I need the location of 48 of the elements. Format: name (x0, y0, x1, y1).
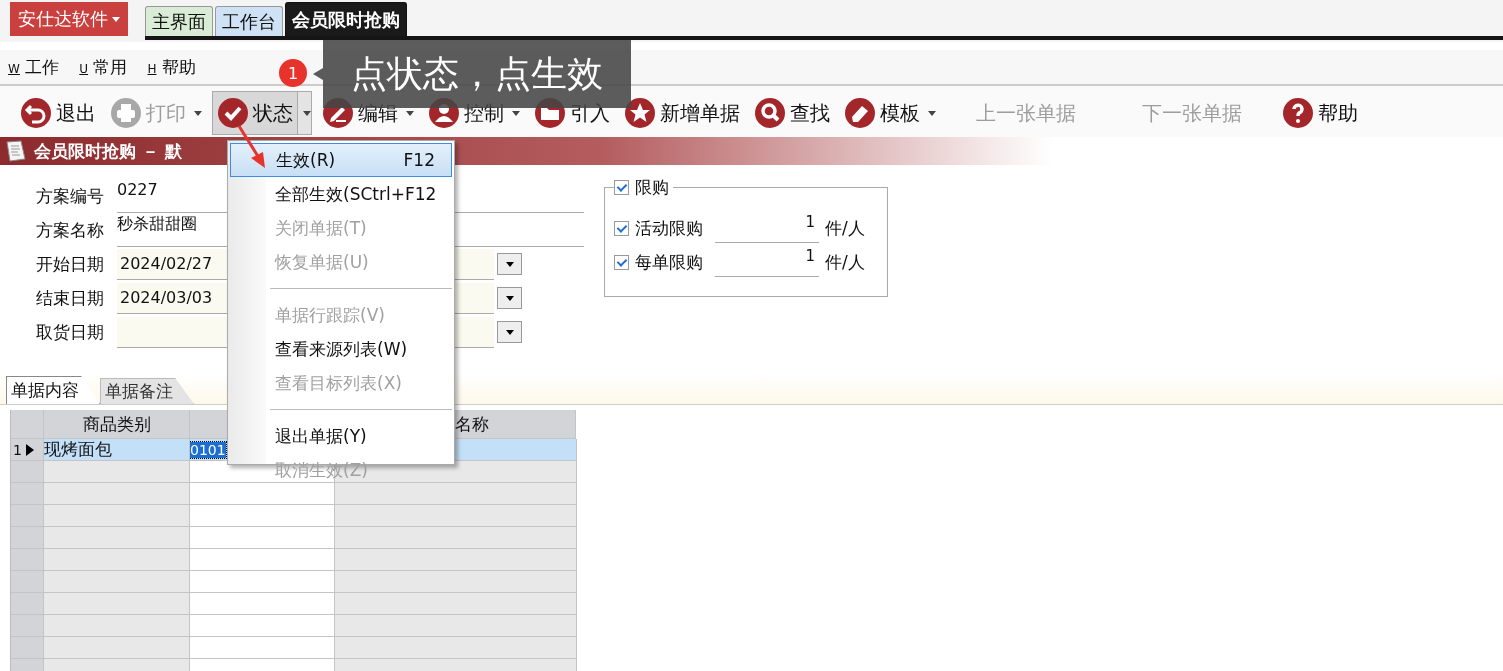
toolbar-button[interactable]: 状态 (212, 91, 298, 135)
help-icon (1282, 97, 1314, 129)
unit-label: 件/人 (825, 250, 865, 274)
column-header: 商品类别 (44, 410, 190, 439)
number-field[interactable]: 1 (715, 247, 819, 277)
checkbox-label: 每单限购 (635, 250, 703, 274)
field-label: 取货日期 (36, 320, 105, 344)
menu-item[interactable]: 生效(R) F12 (230, 143, 452, 177)
field-label: 方案编号 (36, 184, 105, 208)
menu-item[interactable]: W 工作 (8, 55, 60, 79)
toolbar-button[interactable]: 查找 (750, 91, 834, 135)
tab[interactable]: 单据内容 (6, 376, 100, 404)
checkbox[interactable] (614, 179, 629, 195)
menu-item[interactable]: 全部生效(SCtrl+F12 (230, 177, 452, 211)
row-header: 1 (11, 439, 44, 461)
document-tab[interactable]: 工作台 (215, 6, 283, 36)
search-icon (754, 97, 786, 129)
checkbox[interactable] (614, 254, 629, 270)
table-cell: 现烤面包 (44, 439, 190, 461)
field-label: 开始日期 (36, 252, 105, 276)
menu-item[interactable]: U 常用 (79, 55, 128, 79)
document-tab[interactable]: 主界面 (145, 6, 213, 36)
dropdown-button[interactable] (298, 91, 312, 135)
document-icon (4, 139, 28, 163)
tab[interactable]: 单据备注 (100, 378, 194, 404)
checkbox-label: 限购 (635, 175, 669, 199)
dropdown-button[interactable] (497, 287, 522, 309)
checkmark-icon (217, 97, 249, 129)
toolbar-button[interactable]: 退出 (16, 91, 100, 135)
tooltip: 点状态，点生效 (323, 40, 631, 108)
field-label: 方案名称 (36, 218, 105, 242)
form-title: 会员限时抢购 － 默 (34, 139, 182, 163)
document-tab[interactable]: 会员限时抢购 (285, 2, 407, 36)
menu-item[interactable]: H 帮助 (147, 55, 196, 79)
brand-menu-button[interactable]: 安仕达软件 (10, 2, 128, 36)
checkbox[interactable] (614, 220, 629, 236)
checkbox-label: 活动限购 (635, 216, 703, 240)
undo-icon (20, 97, 52, 129)
field-label: 结束日期 (36, 286, 105, 310)
toolbar-button[interactable]: 模板 (840, 91, 940, 135)
menu-item[interactable]: 查看来源列表(W) (230, 332, 452, 366)
toolbar-button[interactable]: 帮助 (1278, 91, 1362, 135)
unit-label: 件/人 (825, 216, 865, 240)
dropdown-button[interactable] (497, 321, 522, 343)
dropdown-button[interactable] (497, 253, 522, 275)
eraser-icon (844, 97, 876, 129)
number-field[interactable]: 1 (715, 213, 819, 243)
printer-icon (110, 97, 142, 129)
